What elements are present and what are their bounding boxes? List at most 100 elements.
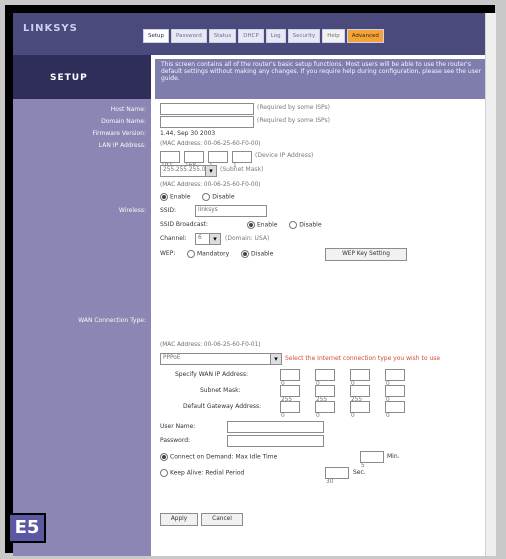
wan-subnet-octet-4[interactable]: 0	[385, 385, 405, 403]
gateway-octet-1-value: 0	[281, 413, 285, 419]
connect-on-demand-radio[interactable]	[160, 453, 168, 461]
password-label: Password:	[160, 437, 191, 444]
ssid-value: linksys	[198, 207, 218, 213]
tab-status[interactable]: Status	[208, 29, 237, 43]
wan-ip-octet-2[interactable]: 0	[315, 369, 335, 387]
wep-mandatory-radio[interactable]	[187, 250, 195, 258]
wireless-disable-label: Disable	[212, 193, 235, 201]
wan-subnet-octet-3[interactable]: 255	[350, 385, 370, 403]
chevron-down-icon: ▾	[270, 354, 281, 364]
specify-wan-ip-label: Specify WAN IP Address:	[175, 371, 249, 378]
lan-ip-octet-4[interactable]: 1	[232, 151, 252, 169]
domain-name-label: Domain Name:	[101, 118, 146, 125]
domain-name-hint: (Required by some ISPs)	[257, 117, 331, 124]
tab-setup[interactable]: Setup	[143, 29, 170, 43]
wep-disable-radio[interactable]	[241, 250, 250, 258]
tab-security[interactable]: Security	[287, 29, 321, 43]
gateway-octet-1[interactable]: 0	[280, 401, 300, 419]
wep-disable-label: Disable	[251, 250, 274, 258]
gateway-octet-4-value: 0	[386, 413, 390, 419]
keep-alive-label: Keep Alive: Redial Period	[170, 469, 245, 477]
tab-advanced[interactable]: Advanced	[346, 29, 384, 43]
gateway-octet-3[interactable]: 0	[350, 401, 370, 419]
user-name-label: User Name:	[160, 423, 196, 430]
wep-mandatory-label: Mandatory	[197, 250, 230, 258]
wireless-label: Wireless:	[118, 207, 146, 214]
lan-ip-octet-2[interactable]: 168	[184, 151, 204, 169]
page: LINKSYS Setup Password Status DHCP Log S…	[13, 13, 496, 556]
setup-panel: SETUP	[13, 55, 151, 99]
setup-form: (Required by some ISPs) (Required by som…	[155, 103, 490, 543]
tab-dhcp[interactable]: DHCP	[238, 29, 264, 43]
lan-ip-octet-3[interactable]: 1	[208, 151, 228, 169]
tab-password[interactable]: Password	[171, 29, 207, 43]
tab-log[interactable]: Log	[265, 29, 286, 43]
wan-subnet-octet-1[interactable]: 255	[280, 385, 300, 403]
brand-logo: LINKSYS	[23, 23, 78, 34]
max-idle-time-input[interactable]: 5	[360, 451, 384, 469]
wan-ip-octet-4[interactable]: 0	[385, 369, 405, 387]
default-gateway-label: Default Gateway Address:	[183, 403, 262, 410]
cancel-button[interactable]: Cancel	[201, 513, 243, 526]
redial-period-value: 30	[326, 479, 334, 485]
screen-frame: LINKSYS Setup Password Status DHCP Log S…	[5, 5, 496, 556]
user-name-input[interactable]	[227, 421, 324, 433]
wep-key-setting-button[interactable]: WEP Key Setting	[325, 248, 407, 261]
ssid-broadcast-enable-radio[interactable]	[247, 221, 255, 229]
lan-ip-octet-1[interactable]: 192	[160, 151, 180, 169]
tab-bar: Setup Password Status DHCP Log Security …	[143, 29, 384, 43]
wan-subnet-octet-2[interactable]: 255	[315, 385, 335, 403]
chevron-down-icon: ▾	[209, 234, 220, 244]
lan-subnet-hint: (Subnet Mask)	[220, 166, 264, 173]
wan-warning: Select the Internet connection type you …	[285, 355, 441, 362]
channel-domain: (Domain: USA)	[225, 235, 270, 242]
ssid-broadcast-enable-label: Enable	[257, 221, 278, 229]
connect-on-demand-label: Connect on Demand: Max Idle Time	[170, 453, 278, 461]
lan-ip-hint: (Device IP Address)	[255, 152, 314, 159]
firmware-version-label: Firmware Version:	[92, 130, 147, 137]
vertical-scrollbar[interactable]	[485, 13, 496, 556]
lan-ip-label: LAN IP Address:	[98, 142, 146, 149]
ssid-label: SSID:	[160, 207, 177, 214]
max-idle-time-unit: Min.	[387, 453, 400, 460]
redial-period-input[interactable]: 30	[325, 467, 349, 485]
wireless-mac-address: (MAC Address: 00-06-25-60-F0-00)	[160, 182, 261, 188]
lan-subnet-select[interactable]: 255.255.255.0 ▾	[160, 165, 217, 177]
gateway-octet-2-value: 0	[316, 413, 320, 419]
ssid-broadcast-disable-label: Disable	[299, 221, 322, 229]
wep-label: WEP:	[160, 250, 176, 257]
intro-text: This screen contains all of the router's…	[155, 59, 488, 99]
wan-type-label: WAN Connection Type:	[78, 317, 146, 324]
redial-period-unit: Sec.	[353, 469, 366, 476]
channel-value: 6	[198, 235, 202, 241]
wan-ip-octet-3[interactable]: 0	[350, 369, 370, 387]
wan-mac-address: (MAC Address: 00-06-25-60-F0-01)	[160, 342, 261, 348]
step-badge: E5	[8, 513, 46, 543]
host-name-hint: (Required by some ISPs)	[257, 104, 331, 111]
wireless-disable-radio[interactable]	[202, 193, 211, 201]
keep-alive-radio[interactable]	[160, 469, 168, 477]
channel-select[interactable]: 6 ▾	[195, 233, 221, 245]
wireless-enable-label: Enable	[170, 193, 191, 201]
firmware-value: 1.44, Sep 30 2003	[160, 130, 216, 137]
domain-name-input[interactable]	[160, 116, 254, 128]
host-name-input[interactable]	[160, 103, 254, 115]
wireless-enable-radio[interactable]	[160, 193, 168, 201]
gateway-octet-3-value: 0	[351, 413, 355, 419]
chevron-down-icon: ▾	[205, 166, 216, 176]
apply-button[interactable]: Apply	[160, 513, 198, 526]
lan-subnet-value: 255.255.255.0	[163, 167, 206, 173]
wan-ip-octet-1[interactable]: 0	[280, 369, 300, 387]
wan-type-value: PPPoE	[163, 355, 181, 361]
password-input[interactable]	[227, 435, 324, 447]
channel-label: Channel:	[160, 235, 187, 242]
header-bar: LINKSYS Setup Password Status DHCP Log S…	[13, 13, 496, 55]
wan-type-select[interactable]: PPPoE ▾	[160, 353, 282, 365]
tab-help[interactable]: Help	[322, 29, 345, 43]
gateway-octet-4[interactable]: 0	[385, 401, 405, 419]
ssid-input[interactable]: linksys	[195, 205, 267, 217]
setup-title: SETUP	[50, 73, 88, 83]
host-name-label: Host Name:	[110, 106, 146, 113]
ssid-broadcast-disable-radio[interactable]	[289, 221, 298, 229]
gateway-octet-2[interactable]: 0	[315, 401, 335, 419]
